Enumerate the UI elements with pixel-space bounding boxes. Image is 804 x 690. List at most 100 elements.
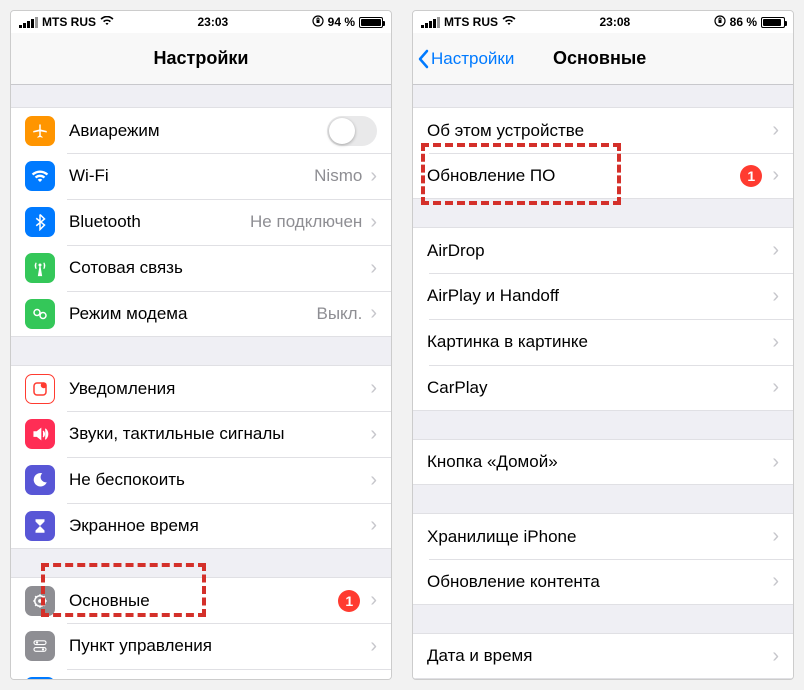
cell-bluetooth[interactable]: Bluetooth Не подключен › <box>11 199 391 245</box>
cell-about[interactable]: Об этом устройстве › <box>413 107 793 153</box>
cell-label: Уведомления <box>69 379 368 399</box>
cell-cellular[interactable]: Сотовая связь › <box>11 245 391 291</box>
page-title: Основные <box>553 48 793 69</box>
cell-label: Пункт управления <box>69 636 368 656</box>
cell-label: Звуки, тактильные сигналы <box>69 424 368 444</box>
cell-label: Картинка в картинке <box>427 332 770 352</box>
chevron-right-icon: › <box>370 589 377 612</box>
chevron-right-icon: › <box>370 377 377 400</box>
cell-label: Дата и время <box>427 646 770 666</box>
cell-label: Об этом устройстве <box>427 121 770 141</box>
status-bar: MTS RUS 23:08 86 % <box>413 11 793 33</box>
cell-label: Авиарежим <box>69 121 327 141</box>
cell-notifications[interactable]: Уведомления › <box>11 365 391 411</box>
cell-carplay[interactable]: CarPlay › <box>413 365 793 411</box>
cell-pip[interactable]: Картинка в картинке › <box>413 319 793 365</box>
chevron-right-icon: › <box>370 635 377 658</box>
battery-pct-label: 86 % <box>730 15 757 29</box>
signal-icon <box>421 17 440 28</box>
cell-datetime[interactable]: Дата и время › <box>413 633 793 679</box>
cell-software-update[interactable]: Обновление ПО 1 › <box>413 153 793 199</box>
text-size-icon: AA <box>25 677 55 680</box>
chevron-right-icon: › <box>772 376 779 399</box>
airplane-icon <box>25 116 55 146</box>
back-label: Настройки <box>431 49 514 69</box>
hourglass-icon <box>25 511 55 541</box>
battery-icon <box>761 17 785 28</box>
wifi-icon <box>502 15 516 29</box>
cell-display[interactable]: AA Экран и яркость › <box>11 669 391 679</box>
orientation-lock-icon <box>714 15 726 30</box>
chevron-right-icon: › <box>772 645 779 668</box>
chevron-right-icon: › <box>772 451 779 474</box>
cell-background-refresh[interactable]: Обновление контента › <box>413 559 793 605</box>
group-sharing: AirDrop › AirPlay и Handoff › Картинка в… <box>413 227 793 411</box>
chevron-right-icon: › <box>772 119 779 142</box>
cell-hotspot[interactable]: Режим модема Выкл. › <box>11 291 391 337</box>
cell-label: Экранное время <box>69 516 368 536</box>
status-bar: MTS RUS 23:03 94 % <box>11 11 391 33</box>
back-button[interactable]: Настройки <box>413 49 514 69</box>
cell-label: AirPlay и Handoff <box>427 286 770 306</box>
cell-wifi[interactable]: Wi-Fi Nismo › <box>11 153 391 199</box>
group-storage: Хранилище iPhone › Обновление контента › <box>413 513 793 605</box>
chevron-right-icon: › <box>370 165 377 188</box>
chevron-right-icon: › <box>772 331 779 354</box>
cell-value: Не подключен <box>250 212 362 232</box>
cell-value: Nismo <box>314 166 362 186</box>
cell-airplay[interactable]: AirPlay и Handoff › <box>413 273 793 319</box>
clock-label: 23:03 <box>197 15 228 29</box>
cell-label: Хранилище iPhone <box>427 527 770 547</box>
cell-control-center[interactable]: Пункт управления › <box>11 623 391 669</box>
battery-icon <box>359 17 383 28</box>
cell-label: Режим модема <box>69 304 316 324</box>
badge: 1 <box>338 590 360 612</box>
cell-label: CarPlay <box>427 378 770 398</box>
clock-label: 23:08 <box>599 15 630 29</box>
cell-general[interactable]: Основные 1 › <box>11 577 391 623</box>
speaker-icon <box>25 419 55 449</box>
gear-icon <box>25 586 55 616</box>
phone-left: MTS RUS 23:03 94 % Настройки Авиарежим <box>10 10 392 680</box>
wifi-icon <box>100 15 114 29</box>
carrier-label: MTS RUS <box>444 15 498 29</box>
general-list[interactable]: Об этом устройстве › Обновление ПО 1 › A… <box>413 85 793 679</box>
group-about: Об этом устройстве › Обновление ПО 1 › <box>413 107 793 199</box>
chevron-right-icon: › <box>370 257 377 280</box>
battery-pct-label: 94 % <box>328 15 355 29</box>
page-title: Настройки <box>11 48 391 69</box>
signal-icon <box>19 17 38 28</box>
chevron-right-icon: › <box>772 525 779 548</box>
cell-airplane-mode[interactable]: Авиарежим <box>11 107 391 153</box>
navbar: Настройки Основные <box>413 33 793 85</box>
cell-storage[interactable]: Хранилище iPhone › <box>413 513 793 559</box>
airplane-toggle[interactable] <box>327 116 377 146</box>
group-notifications: Уведомления › Звуки, тактильные сигналы … <box>11 365 391 549</box>
chevron-right-icon: › <box>370 211 377 234</box>
cell-label: Кнопка «Домой» <box>427 452 770 472</box>
cell-airdrop[interactable]: AirDrop › <box>413 227 793 273</box>
moon-icon <box>25 465 55 495</box>
cell-label: Не беспокоить <box>69 470 368 490</box>
chevron-right-icon: › <box>772 239 779 262</box>
cell-value: Выкл. <box>316 304 362 324</box>
cell-sounds[interactable]: Звуки, тактильные сигналы › <box>11 411 391 457</box>
cell-screentime[interactable]: Экранное время › <box>11 503 391 549</box>
orientation-lock-icon <box>312 15 324 30</box>
notifications-icon <box>25 374 55 404</box>
badge: 1 <box>740 165 762 187</box>
cell-label: Обновление контента <box>427 572 770 592</box>
navbar: Настройки <box>11 33 391 85</box>
chevron-right-icon: › <box>772 570 779 593</box>
wifi-icon <box>25 161 55 191</box>
chevron-right-icon: › <box>772 285 779 308</box>
cell-dnd[interactable]: Не беспокоить › <box>11 457 391 503</box>
cell-home-button[interactable]: Кнопка «Домой» › <box>413 439 793 485</box>
group-home: Кнопка «Домой» › <box>413 439 793 485</box>
settings-list[interactable]: Авиарежим Wi-Fi Nismo › Bluetooth Не под… <box>11 85 391 679</box>
chevron-right-icon: › <box>370 423 377 446</box>
chevron-right-icon: › <box>772 164 779 187</box>
hotspot-icon <box>25 299 55 329</box>
chevron-left-icon <box>417 49 429 69</box>
bluetooth-icon <box>25 207 55 237</box>
